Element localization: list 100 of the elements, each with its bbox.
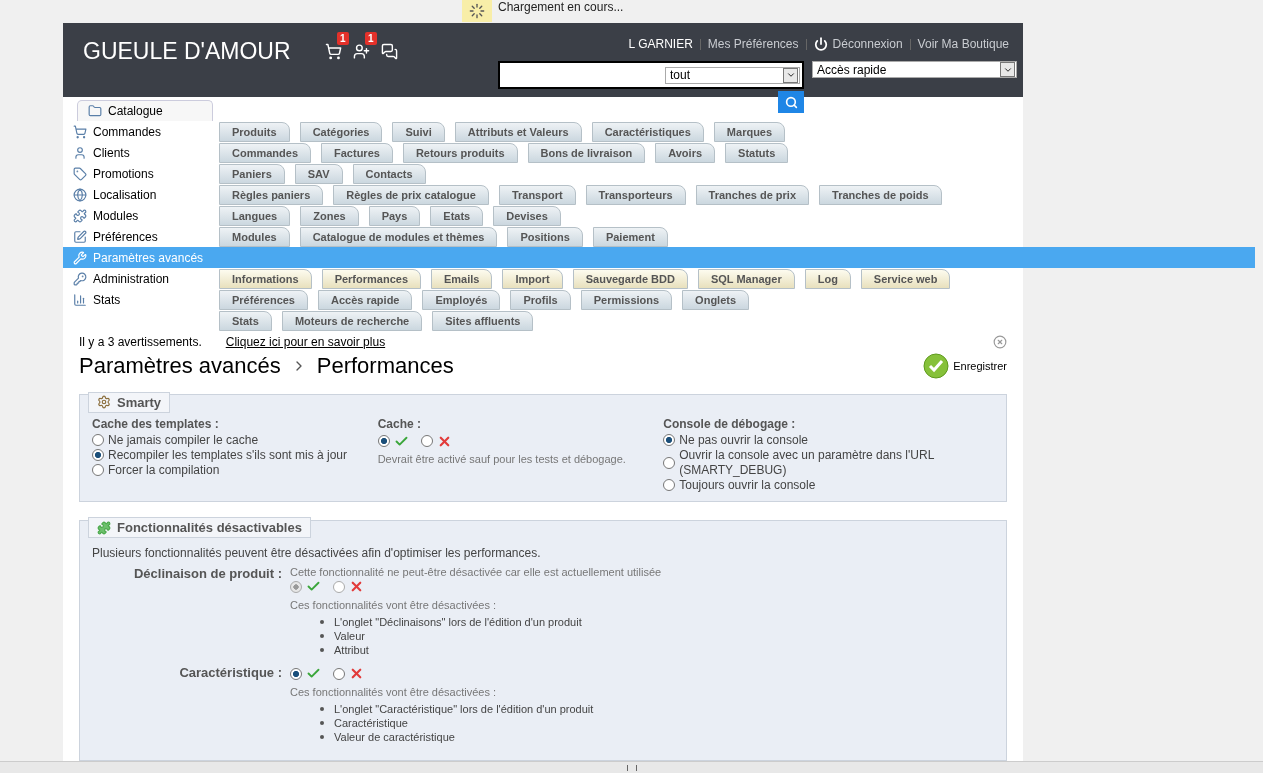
submenu-tab[interactable]: Import (502, 268, 563, 289)
submenu-tab[interactable]: Catalogue de modules et thèmes (299, 226, 498, 247)
main-menu-tab[interactable]: Localisation (63, 184, 213, 205)
submenu-tab[interactable]: Transport (498, 184, 576, 205)
check-icon (306, 579, 321, 594)
list-item: L'onglet "Déclinaisons" lors de l'édition d'un produit (334, 615, 582, 629)
radio-button[interactable] (92, 464, 104, 476)
submenu-tab[interactable]: Stats (219, 310, 272, 331)
user-add-icon[interactable] (352, 42, 370, 60)
submenu-tab[interactable]: SAV (294, 163, 343, 184)
horizontal-scrollbar[interactable] (0, 761, 1263, 773)
submenu-tab[interactable]: Log (804, 268, 851, 289)
submenu-tab[interactable]: Transporteurs (585, 184, 686, 205)
close-icon[interactable] (993, 335, 1007, 349)
submenu-tab[interactable]: Avoirs (655, 142, 716, 163)
feature-label: Caractéristique : (178, 665, 282, 682)
option-label: Recompiler les templates s'ils sont mis à jour (108, 447, 348, 463)
main-menu-tab[interactable]: Préférences (63, 226, 213, 247)
puzzle-icon (97, 520, 111, 535)
radio-button[interactable] (663, 434, 676, 446)
submenu-tab[interactable]: Etats (430, 205, 484, 226)
main-menu-tab[interactable]: Catalogue (77, 100, 213, 121)
submenu-tab[interactable]: Retours produits (402, 142, 518, 163)
cart-icon[interactable] (324, 42, 342, 60)
header-link[interactable]: Mes Préférences (707, 37, 799, 51)
caret-icon (785, 70, 796, 80)
submenu-tab[interactable]: Onglets (682, 289, 750, 310)
header-link[interactable]: Voir Ma Boutique (917, 37, 1009, 51)
submenu-tab[interactable]: Factures (321, 142, 393, 163)
submenu-tab[interactable]: Règles de prix catalogue (333, 184, 489, 205)
key-icon (73, 271, 87, 286)
submenu-tab[interactable]: Statuts (725, 142, 789, 163)
submenu-tab[interactable]: Contacts (352, 163, 426, 184)
submenu-tab[interactable]: Employés (422, 289, 501, 310)
radio-button[interactable] (377, 435, 390, 447)
submenu-tab[interactable]: Accès rapide (318, 289, 413, 310)
submenu-tab[interactable]: Produits (219, 121, 290, 142)
main-menu-tab[interactable]: Commandes (63, 121, 213, 142)
submenu-tab[interactable]: Moteurs de recherche (281, 310, 423, 331)
tag-icon (73, 166, 87, 181)
search-button[interactable] (778, 91, 804, 113)
quick-access-select[interactable]: Accès rapide (812, 61, 1017, 78)
submenu-tab[interactable]: Langues (219, 205, 291, 226)
radio-button[interactable] (663, 479, 676, 491)
search-scope-select[interactable]: tout (665, 66, 800, 84)
submenu-tab[interactable]: Sites affluents (432, 310, 534, 331)
radio-button[interactable] (290, 667, 302, 680)
option-label: Forcer la compilation (108, 462, 220, 478)
submenu-tab[interactable]: Marques (713, 121, 786, 142)
submenu-tab[interactable]: Profils (510, 289, 571, 310)
submenu-tab[interactable]: Positions (507, 226, 583, 247)
submenu-tab[interactable]: Service web (860, 268, 951, 289)
submenu-tab[interactable]: Attributs et Valeurs (454, 121, 582, 142)
radio-button[interactable] (92, 434, 104, 446)
submenu-tab[interactable]: Performances (321, 268, 421, 289)
submenu-tab[interactable]: SQL Manager (697, 268, 795, 289)
option-label: Ouvrir la console avec un paramètre dans l'URL (SMARTY_DEBUG) (679, 447, 935, 478)
submenu-tab[interactable]: Suivi (392, 121, 445, 142)
list-item: Valeur (334, 629, 365, 643)
submenu-tab[interactable]: Tranches de poids (819, 184, 942, 205)
submenu-tab[interactable]: Permissions (580, 289, 673, 310)
folder-icon (88, 104, 102, 118)
radio-button[interactable] (663, 456, 676, 469)
submenu-tab[interactable]: Informations (219, 268, 312, 289)
submenu-tab[interactable]: Sauvegarde BDD (572, 268, 688, 289)
submenu-tab[interactable]: Paiement (592, 226, 668, 247)
submenu-tab[interactable]: Caractéristiques (591, 121, 704, 142)
more-info-link[interactable]: Cliquez ici pour en savoir plus (225, 335, 386, 349)
submenu-tab[interactable]: Préférences (219, 289, 308, 310)
user-name-link[interactable]: L GARNIER (628, 37, 693, 51)
main-menu-tab[interactable]: Promotions (63, 163, 213, 184)
main-menu-tab[interactable]: Clients (63, 142, 213, 163)
submenu-tab[interactable]: Paniers (219, 163, 285, 184)
save-button[interactable]: Enregistrer (923, 353, 1007, 379)
intro-text: Plusieurs fonctionnalités peuvent être désactivées afin d'optimiser les performances. (92, 546, 542, 560)
submenu-tab[interactable]: Devises (493, 205, 561, 226)
submenu-tab[interactable]: Catégories (299, 121, 383, 142)
shop-name: GUEULE D'AMOUR (83, 37, 291, 65)
breadcrumb-item: Performances (316, 353, 454, 379)
submenu-tab[interactable]: Modules (219, 226, 290, 247)
main-menu-tab[interactable]: Modules (63, 205, 213, 226)
user-icon (73, 145, 87, 160)
submenu-tab[interactable]: Bons de livraison (527, 142, 646, 163)
chat-icon[interactable] (380, 42, 398, 60)
radio-button[interactable] (333, 667, 345, 680)
submenu-tab[interactable]: Tranches de prix (695, 184, 809, 205)
cross-icon (349, 666, 364, 681)
field-label: Console de débogage : (663, 416, 797, 431)
main-menu-tab[interactable]: Stats (63, 289, 213, 310)
radio-button[interactable] (420, 435, 433, 447)
radio-button[interactable] (92, 449, 104, 461)
submenu-tab[interactable]: Zones (300, 205, 359, 226)
consequence-text: Ces fonctionnalités vont être désactivées : (290, 599, 498, 611)
power-icon (813, 37, 828, 51)
submenu-tab[interactable]: Règles paniers (219, 184, 324, 205)
submenu-tab[interactable]: Pays (368, 205, 421, 226)
submenu-tab[interactable]: Emails (431, 268, 493, 289)
submenu-tab[interactable]: Commandes (219, 142, 312, 163)
main-menu-tab[interactable]: Administration (63, 268, 213, 289)
logout-link[interactable]: Déconnexion (813, 37, 903, 51)
